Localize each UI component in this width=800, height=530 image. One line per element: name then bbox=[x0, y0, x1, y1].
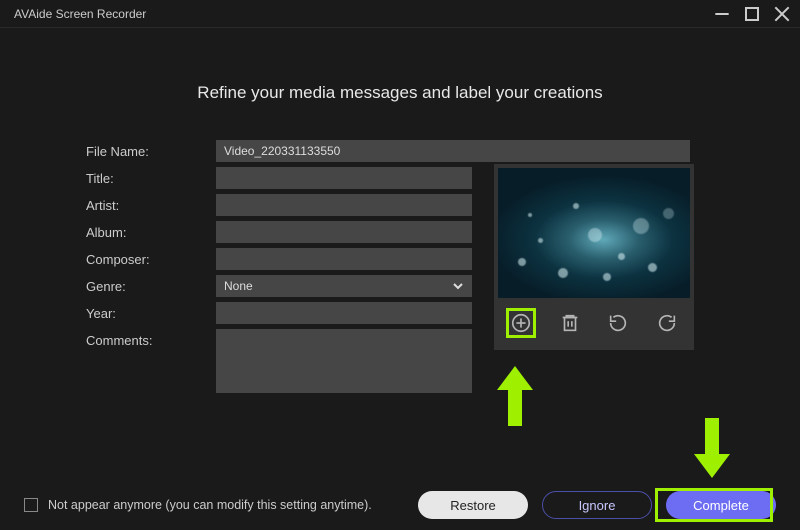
title-input[interactable] bbox=[216, 167, 472, 189]
window-controls bbox=[714, 6, 790, 22]
genre-select[interactable]: None bbox=[216, 275, 472, 297]
label-genre: Genre: bbox=[86, 275, 216, 294]
dont-show-label: Not appear anymore (you can modify this … bbox=[48, 498, 372, 512]
app-title: AVAide Screen Recorder bbox=[14, 7, 146, 21]
thumbnail-controls bbox=[498, 298, 690, 346]
minimize-icon[interactable] bbox=[714, 6, 730, 22]
label-artist: Artist: bbox=[86, 194, 216, 213]
comments-input[interactable] bbox=[216, 329, 472, 393]
rotate-ccw-icon bbox=[607, 312, 629, 334]
plus-circle-icon bbox=[510, 312, 532, 334]
close-icon[interactable] bbox=[774, 6, 790, 22]
label-comments: Comments: bbox=[86, 329, 216, 348]
page-heading: Refine your media messages and label you… bbox=[0, 83, 800, 103]
year-input[interactable] bbox=[216, 302, 472, 324]
rotate-ccw-button[interactable] bbox=[603, 308, 633, 338]
label-title: Title: bbox=[86, 167, 216, 186]
trash-icon bbox=[559, 312, 581, 334]
thumbnail-preview[interactable] bbox=[498, 168, 690, 298]
dont-show-checkbox[interactable] bbox=[24, 498, 38, 512]
label-file-name: File Name: bbox=[86, 140, 216, 159]
maximize-icon[interactable] bbox=[744, 6, 760, 22]
titlebar: AVAide Screen Recorder bbox=[0, 0, 800, 28]
artist-input[interactable] bbox=[216, 194, 472, 216]
thumbnail-panel bbox=[494, 164, 694, 350]
dont-show-again[interactable]: Not appear anymore (you can modify this … bbox=[24, 498, 372, 512]
restore-button[interactable]: Restore bbox=[418, 491, 528, 519]
ignore-button[interactable]: Ignore bbox=[542, 491, 652, 519]
annotation-arrow-complete bbox=[694, 418, 730, 478]
delete-thumbnail-button[interactable] bbox=[555, 308, 585, 338]
footer-buttons: Restore Ignore Complete bbox=[418, 491, 776, 519]
composer-input[interactable] bbox=[216, 248, 472, 270]
album-input[interactable] bbox=[216, 221, 472, 243]
rotate-cw-icon bbox=[656, 312, 678, 334]
footer: Not appear anymore (you can modify this … bbox=[0, 480, 800, 530]
rotate-cw-button[interactable] bbox=[652, 308, 682, 338]
genre-selected-value: None bbox=[224, 279, 253, 293]
label-year: Year: bbox=[86, 302, 216, 321]
add-thumbnail-button[interactable] bbox=[506, 308, 536, 338]
chevron-down-icon bbox=[452, 280, 464, 292]
complete-button[interactable]: Complete bbox=[666, 491, 776, 519]
file-name-input[interactable] bbox=[216, 140, 690, 162]
label-album: Album: bbox=[86, 221, 216, 240]
label-composer: Composer: bbox=[86, 248, 216, 267]
